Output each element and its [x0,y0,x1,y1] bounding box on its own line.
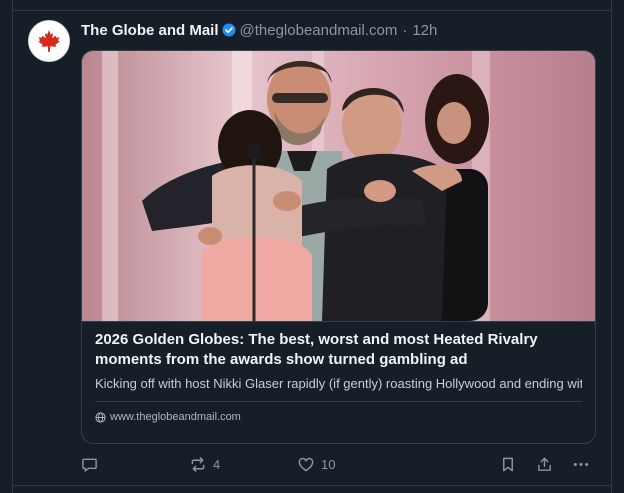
divider-bottom [12,485,612,486]
post-timestamp[interactable]: 12h [412,22,437,39]
reply-button[interactable] [81,454,98,474]
comment-icon [82,458,97,472]
like-count: 10 [321,456,336,472]
share-icon [538,457,551,471]
link-card-description: Kicking off with host Nikki Glaser rapid… [95,376,582,391]
post-actions: 4 10 [81,454,596,474]
post-header: The Globe and Mail @theglobeandmail.com … [81,20,437,40]
repost-icon [191,456,205,472]
link-card-domain: www.theglobeandmail.com [110,411,241,423]
avatar[interactable] [28,20,70,62]
maple-leaf-icon [38,30,60,52]
link-card-body: 2026 Golden Globes: The best, worst and … [82,321,595,423]
separator-dot: · [402,21,408,39]
link-card-domain-row: www.theglobeandmail.com [95,411,582,423]
link-card[interactable]: 2026 Golden Globes: The best, worst and … [81,50,596,444]
heart-icon [298,457,314,471]
link-card-image [82,51,595,321]
more-options-button[interactable] [572,454,590,474]
share-button[interactable] [536,454,553,474]
author-name[interactable]: The Globe and Mail [81,22,219,39]
bookmark-icon [503,457,513,471]
bookmark-button[interactable] [500,454,516,474]
author-handle[interactable]: @theglobeandmail.com [240,22,398,39]
more-icon [573,462,589,466]
verified-badge-icon [222,23,236,37]
globe-icon [95,411,106,423]
divider-top [12,10,612,11]
like-button[interactable]: 10 [297,454,335,474]
link-card-title[interactable]: 2026 Golden Globes: The best, worst and … [95,330,582,370]
link-card-divider [95,401,582,402]
repost-count: 4 [213,456,221,472]
repost-button[interactable]: 4 [189,454,220,474]
